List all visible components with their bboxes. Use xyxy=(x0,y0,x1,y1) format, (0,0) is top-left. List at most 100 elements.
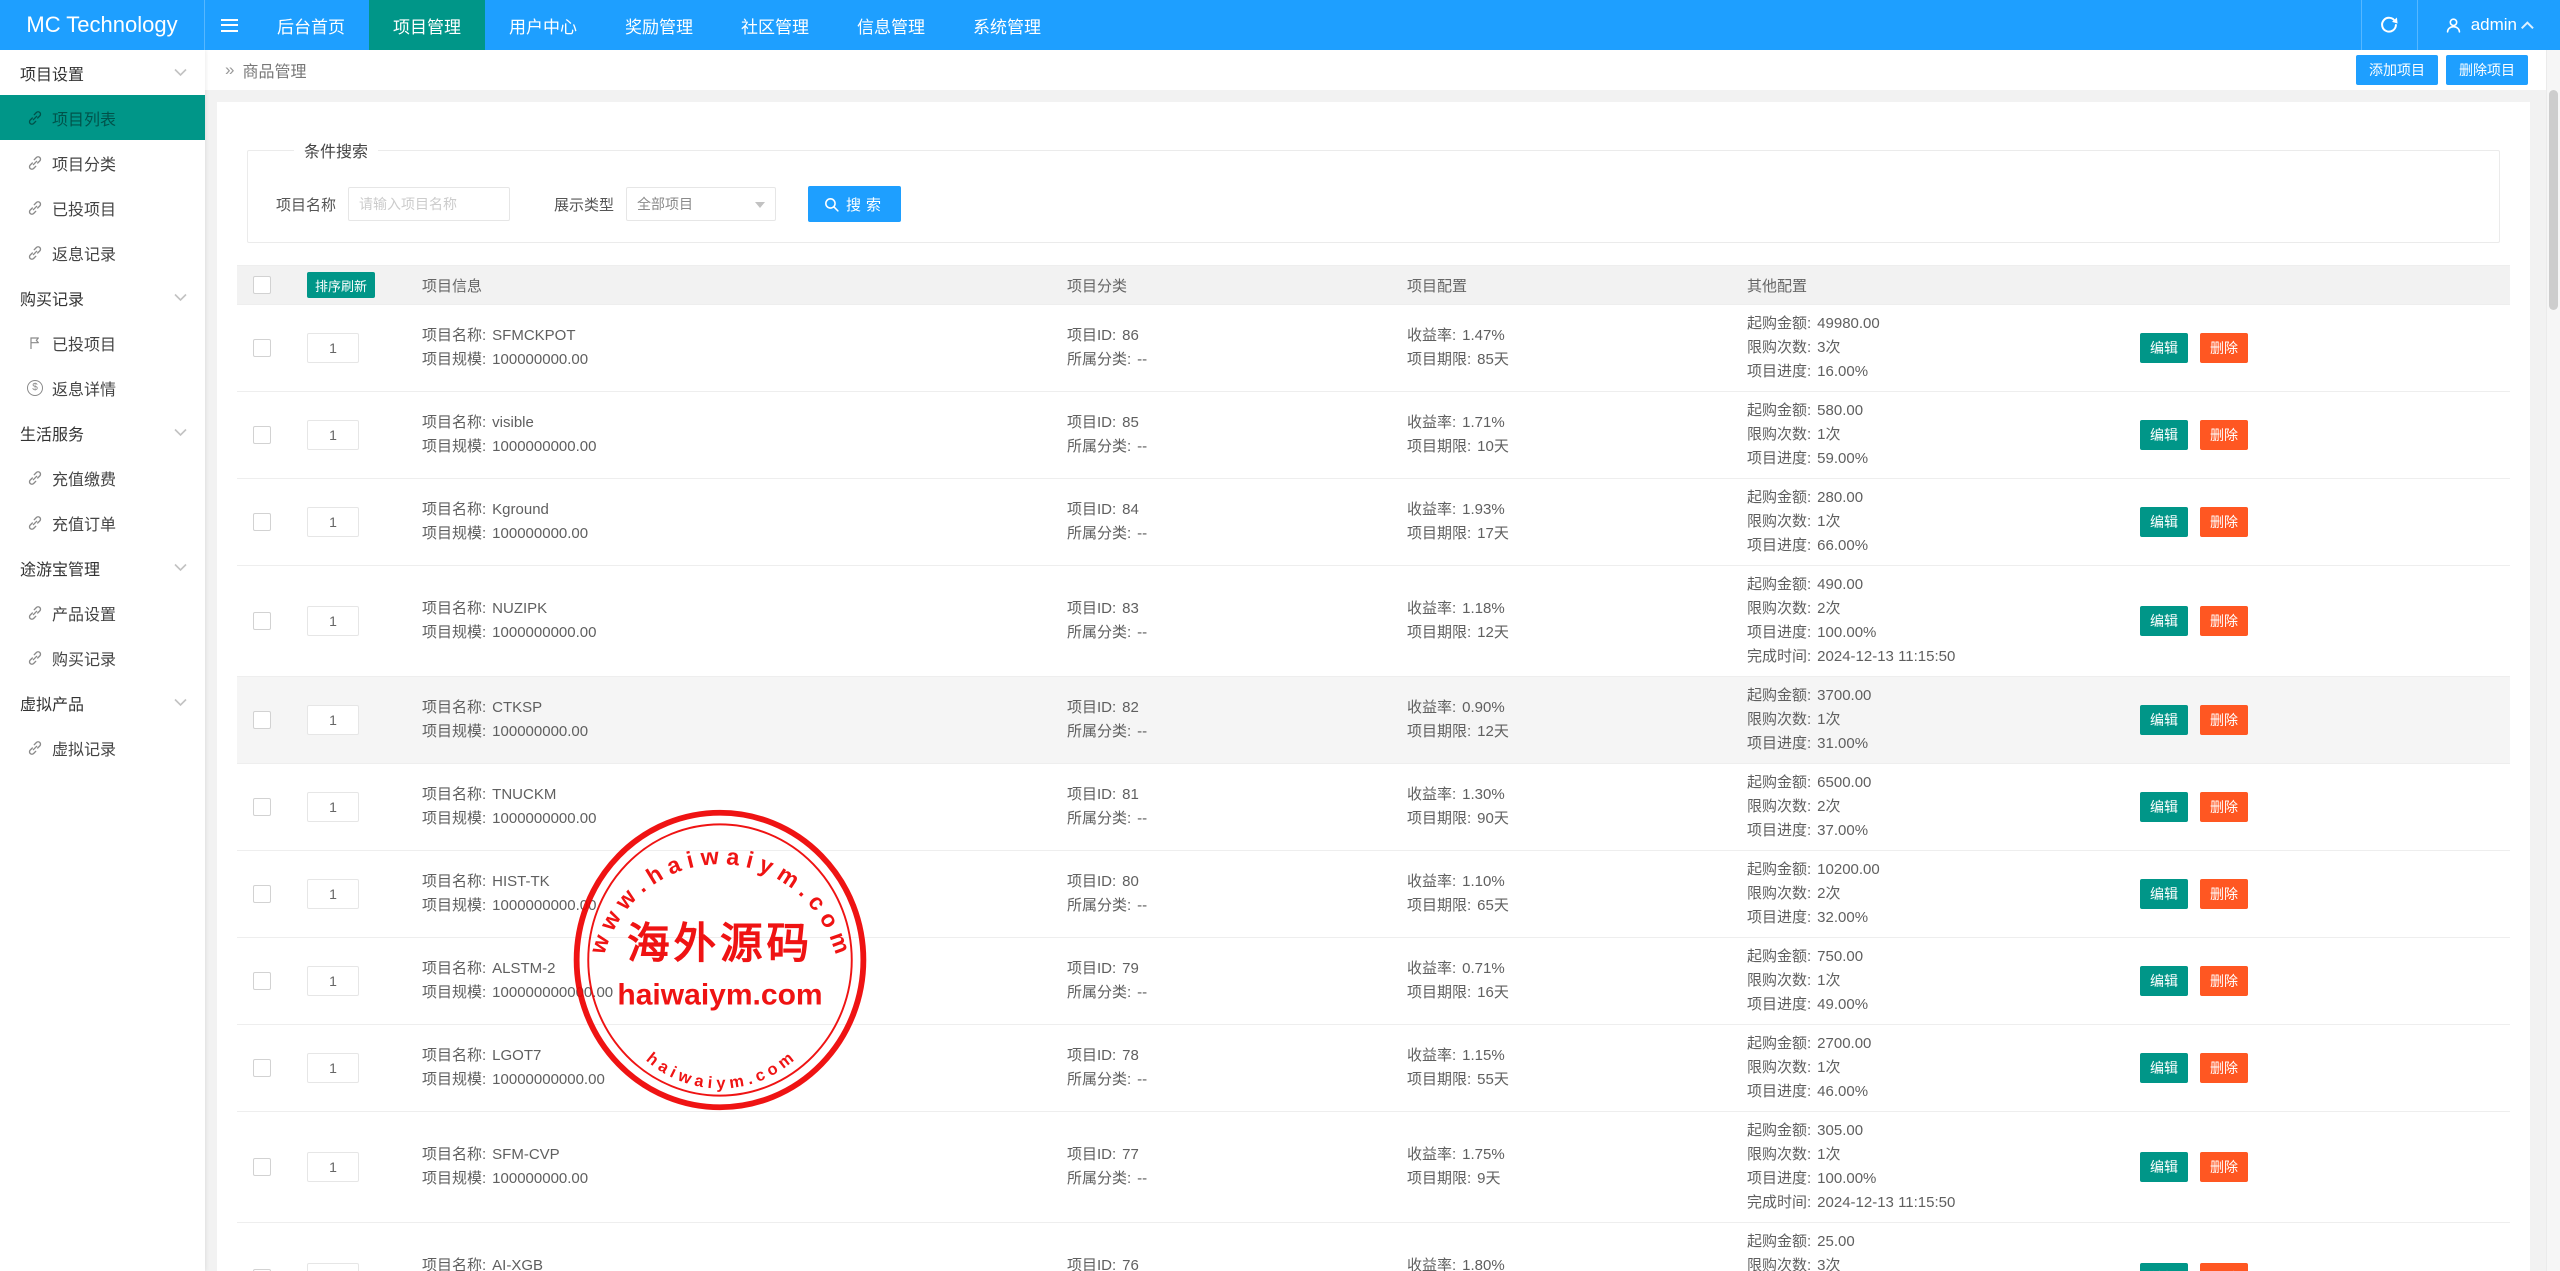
sort-order-input[interactable]: 1 xyxy=(307,879,359,909)
field-label: 起购金额: xyxy=(1747,1122,1811,1139)
edit-button[interactable]: 编辑 xyxy=(2140,1263,2188,1271)
sort-order-input[interactable]: 1 xyxy=(307,966,359,996)
edit-button[interactable]: 编辑 xyxy=(2140,966,2188,996)
sidebar-group-virtual-products[interactable]: 虚拟产品 xyxy=(0,680,205,725)
sort-order-input[interactable]: 1 xyxy=(307,1053,359,1083)
project-name: SFMCKPOT xyxy=(492,327,575,344)
delete-button[interactable]: 删除 xyxy=(2200,705,2248,735)
chevron-up-icon xyxy=(2521,21,2534,34)
project-name: CTKSP xyxy=(492,699,542,716)
select-all-checkbox[interactable] xyxy=(253,276,271,294)
project-category: -- xyxy=(1137,351,1147,368)
delete-button[interactable]: 删除 xyxy=(2200,420,2248,450)
user-menu[interactable]: admin xyxy=(2417,0,2560,50)
project-category: -- xyxy=(1137,723,1147,740)
row-checkbox[interactable] xyxy=(253,885,271,903)
sidebar-item-virtual-records[interactable]: 虚拟记录 xyxy=(0,725,205,770)
project-scale: 100000000.00 xyxy=(492,525,588,542)
edit-button[interactable]: 编辑 xyxy=(2140,879,2188,909)
nav-item[interactable]: 系统管理 xyxy=(949,0,1065,50)
add-project-button[interactable]: 添加项目 xyxy=(2356,55,2438,85)
edit-button[interactable]: 编辑 xyxy=(2140,420,2188,450)
link-icon xyxy=(27,470,43,486)
sort-order-input[interactable]: 1 xyxy=(307,1263,359,1271)
delete-button[interactable]: 删除 xyxy=(2200,333,2248,363)
refresh-button[interactable] xyxy=(2361,0,2417,50)
delete-button[interactable]: 删除 xyxy=(2200,1152,2248,1182)
row-checkbox[interactable] xyxy=(253,513,271,531)
delete-button[interactable]: 删除 xyxy=(2200,1263,2248,1271)
sort-order-input[interactable]: 1 xyxy=(307,606,359,636)
nav-item[interactable]: 用户中心 xyxy=(485,0,601,50)
project-name-input[interactable] xyxy=(348,187,510,221)
row-checkbox[interactable] xyxy=(253,1059,271,1077)
edit-button[interactable]: 编辑 xyxy=(2140,333,2188,363)
field-label: 项目ID: xyxy=(1067,414,1116,431)
field-label: 限购次数: xyxy=(1747,426,1811,443)
edit-button[interactable]: 编辑 xyxy=(2140,507,2188,537)
nav-item[interactable]: 项目管理 xyxy=(369,0,485,50)
page-scrollbar[interactable] xyxy=(2546,50,2560,1271)
sidebar-group-tuyoubao[interactable]: 途游宝管理 xyxy=(0,545,205,590)
nav-item[interactable]: 后台首页 xyxy=(253,0,369,50)
field-label: 项目规模: xyxy=(422,351,486,368)
field-label: 项目规模: xyxy=(422,1170,486,1187)
sort-order-input[interactable]: 1 xyxy=(307,705,359,735)
sort-order-input[interactable]: 1 xyxy=(307,792,359,822)
edit-button[interactable]: 编辑 xyxy=(2140,1053,2188,1083)
row-checkbox[interactable] xyxy=(253,426,271,444)
row-checkbox[interactable] xyxy=(253,339,271,357)
nav-item[interactable]: 社区管理 xyxy=(717,0,833,50)
display-type-select[interactable]: 全部项目 xyxy=(626,187,776,221)
purchase-limit: 1次 xyxy=(1817,426,1840,443)
sort-order-input[interactable]: 1 xyxy=(307,420,359,450)
row-checkbox[interactable] xyxy=(253,612,271,630)
sort-order-input[interactable]: 1 xyxy=(307,1152,359,1182)
field-label: 所属分类: xyxy=(1067,351,1131,368)
row-checkbox[interactable] xyxy=(253,798,271,816)
row-checkbox[interactable] xyxy=(253,972,271,990)
sidebar-item-recharge-orders[interactable]: 充值订单 xyxy=(0,500,205,545)
sidebar-item-recharge-pay[interactable]: 充值缴费 xyxy=(0,455,205,500)
field-label: 项目进度: xyxy=(1747,537,1811,554)
sidebar-item-invested-projects-2[interactable]: 已投项目 xyxy=(0,320,205,365)
sidebar-item-product-settings[interactable]: 产品设置 xyxy=(0,590,205,635)
delete-button[interactable]: 删除 xyxy=(2200,879,2248,909)
sidebar-item-project-category[interactable]: 项目分类 xyxy=(0,140,205,185)
delete-button[interactable]: 删除 xyxy=(2200,507,2248,537)
sidebar-group-purchase-records[interactable]: 购买记录 xyxy=(0,275,205,320)
edit-button[interactable]: 编辑 xyxy=(2140,606,2188,636)
edit-button[interactable]: 编辑 xyxy=(2140,792,2188,822)
link-icon xyxy=(27,200,43,216)
sidebar-item-interest-records[interactable]: 返息记录 xyxy=(0,230,205,275)
sort-order-input[interactable]: 1 xyxy=(307,333,359,363)
sort-refresh-button[interactable]: 排序刷新 xyxy=(307,272,375,298)
delete-button[interactable]: 删除 xyxy=(2200,966,2248,996)
sort-order-input[interactable]: 1 xyxy=(307,507,359,537)
sidebar-item-interest-details[interactable]: $ 返息详情 xyxy=(0,365,205,410)
scrollbar-thumb[interactable] xyxy=(2549,90,2558,310)
row-checkbox[interactable] xyxy=(253,1158,271,1176)
field-label: 项目规模: xyxy=(422,525,486,542)
sidebar-item-project-list[interactable]: 项目列表 xyxy=(0,95,205,140)
sidebar-group-project-settings[interactable]: 项目设置 xyxy=(0,50,205,95)
field-label: 起购金额: xyxy=(1747,315,1811,332)
delete-button[interactable]: 删除 xyxy=(2200,792,2248,822)
search-button[interactable]: 搜索 xyxy=(808,186,901,222)
sidebar-toggle-button[interactable] xyxy=(205,0,253,50)
nav-item[interactable]: 奖励管理 xyxy=(601,0,717,50)
sidebar-item-purchase-records-2[interactable]: 购买记录 xyxy=(0,635,205,680)
delete-button[interactable]: 删除 xyxy=(2200,1053,2248,1083)
edit-button[interactable]: 编辑 xyxy=(2140,705,2188,735)
delete-project-button[interactable]: 删除项目 xyxy=(2446,55,2528,85)
edit-button[interactable]: 编辑 xyxy=(2140,1152,2188,1182)
sidebar-item-invested-projects[interactable]: 已投项目 xyxy=(0,185,205,230)
field-label: 项目期限: xyxy=(1407,897,1471,914)
delete-button[interactable]: 删除 xyxy=(2200,606,2248,636)
project-term: 55天 xyxy=(1477,1071,1509,1088)
row-checkbox[interactable] xyxy=(253,711,271,729)
field-label: 所属分类: xyxy=(1067,1170,1131,1187)
nav-item[interactable]: 信息管理 xyxy=(833,0,949,50)
sidebar-group-life-services[interactable]: 生活服务 xyxy=(0,410,205,455)
project-id: 86 xyxy=(1122,327,1139,344)
